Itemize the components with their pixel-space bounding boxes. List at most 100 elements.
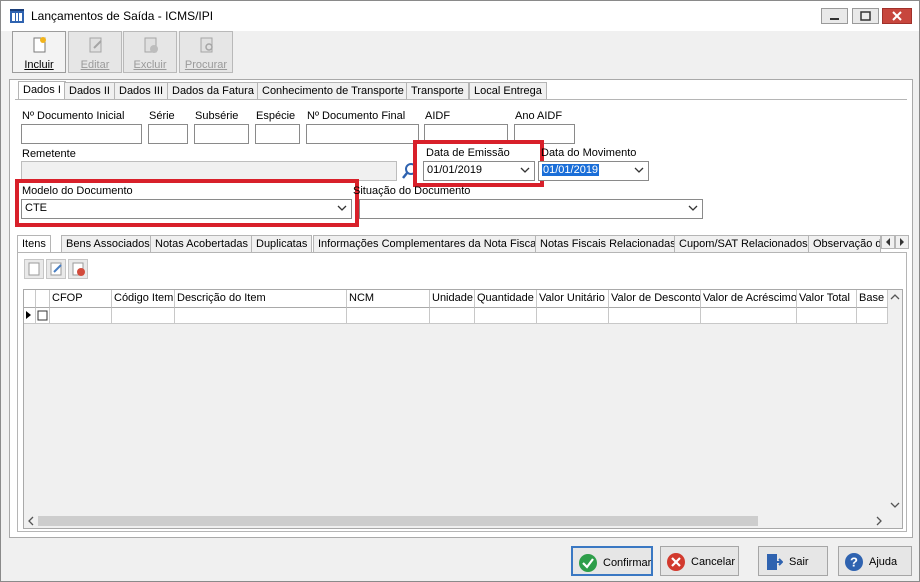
chevron-left-icon xyxy=(886,238,890,246)
procurar-button[interactable]: Procurar xyxy=(179,31,233,73)
grid-header-valor-total[interactable]: Valor Total xyxy=(797,290,857,308)
tab-info-complementares[interactable]: Informações Complementares da Nota Fisca… xyxy=(313,235,544,252)
chevron-down-icon xyxy=(688,205,698,211)
edit-document-icon xyxy=(89,37,102,53)
tab-duplicatas[interactable]: Duplicatas xyxy=(251,235,313,252)
grid-cell[interactable] xyxy=(797,308,857,324)
chevron-down-icon xyxy=(634,167,644,173)
grid-cell[interactable] xyxy=(857,308,888,324)
delete-item-button[interactable] xyxy=(68,259,88,279)
highlight-box-data-emissao xyxy=(413,140,544,187)
chevron-left-icon xyxy=(28,516,34,526)
confirmar-button[interactable]: Confirmar xyxy=(571,546,653,576)
row-pointer-icon xyxy=(26,311,31,319)
titlebar: Lançamentos de Saída - ICMS/IPI xyxy=(1,1,919,31)
help-circle-icon: ? xyxy=(845,553,863,571)
remetente-input[interactable] xyxy=(21,161,397,181)
grid-cell[interactable] xyxy=(112,308,175,324)
new-item-icon xyxy=(28,262,40,276)
grid-cell[interactable] xyxy=(609,308,701,324)
tab-divider xyxy=(15,99,907,100)
tab-dados-i[interactable]: Dados I xyxy=(18,81,66,100)
grid-header-descricao[interactable]: Descrição do Item xyxy=(175,290,347,308)
tab-notas-relacionadas[interactable]: Notas Fiscais Relacionadas xyxy=(535,235,681,252)
delete-document-icon xyxy=(144,37,158,53)
grid-cell[interactable] xyxy=(537,308,609,324)
tabs-scroll-left[interactable] xyxy=(881,235,895,249)
tab-notas-acobertadas[interactable]: Notas Acobertadas xyxy=(150,235,253,252)
tab-transporte[interactable]: Transporte xyxy=(406,82,469,99)
especie-label: Espécie xyxy=(256,110,296,122)
maximize-button[interactable] xyxy=(852,8,879,24)
especie-input[interactable] xyxy=(255,124,300,144)
grid-header-base[interactable]: Base c xyxy=(857,290,888,308)
grid-row-checkbox[interactable] xyxy=(36,308,50,324)
editar-button[interactable]: Editar xyxy=(68,31,122,73)
edit-item-button[interactable] xyxy=(46,259,66,279)
new-document-icon xyxy=(33,37,46,53)
checkbox-icon xyxy=(37,310,48,321)
grid-header-valor-unitario[interactable]: Valor Unitário xyxy=(537,290,609,308)
grid-header-valor-acrescimo[interactable]: Valor de Acréscimo xyxy=(701,290,797,308)
grid-cell[interactable] xyxy=(347,308,430,324)
grid-header-ncm[interactable]: NCM xyxy=(347,290,430,308)
grid-row-indicator-header xyxy=(24,290,36,308)
serie-input[interactable] xyxy=(148,124,188,144)
grid-header-quantidade[interactable]: Quantidade xyxy=(475,290,537,308)
grid-cell[interactable] xyxy=(475,308,537,324)
grid-cell[interactable] xyxy=(50,308,112,324)
minimize-button[interactable] xyxy=(821,8,848,24)
window-title: Lançamentos de Saída - ICMS/IPI xyxy=(31,9,214,23)
tab-conhecimento-transporte[interactable]: Conhecimento de Transporte xyxy=(257,82,409,99)
n-doc-inicial-input[interactable] xyxy=(21,124,142,144)
situacao-documento-label: Situação do Documento xyxy=(353,185,471,197)
cancelar-button[interactable]: Cancelar xyxy=(660,546,739,576)
tab-local-entrega[interactable]: Local Entrega xyxy=(469,82,547,99)
grid-cell[interactable] xyxy=(175,308,347,324)
situacao-documento-select[interactable] xyxy=(359,199,703,219)
minimize-icon xyxy=(830,18,839,20)
n-doc-final-input[interactable] xyxy=(306,124,419,144)
aidf-label: AIDF xyxy=(425,110,451,122)
tab-observacao[interactable]: Observação d xyxy=(808,235,881,252)
grid-horizontal-scrollbar[interactable] xyxy=(24,514,888,528)
chevron-up-icon xyxy=(890,294,900,300)
tab-dados-ii[interactable]: Dados II xyxy=(64,82,115,99)
subserie-label: Subsérie xyxy=(195,110,239,122)
add-item-button[interactable] xyxy=(24,259,44,279)
tab-cupom-sat[interactable]: Cupom/SAT Relacionados xyxy=(674,235,813,252)
chevron-down-icon xyxy=(890,502,900,508)
sair-button[interactable]: Sair xyxy=(758,546,828,576)
n-doc-inicial-label: Nº Documento Inicial xyxy=(22,110,125,122)
serie-label: Série xyxy=(149,110,175,122)
chevron-right-icon xyxy=(876,516,882,526)
cancel-circle-icon xyxy=(667,553,685,571)
incluir-button[interactable]: Incluir xyxy=(12,31,66,73)
grid-header-cfop[interactable]: CFOP xyxy=(50,290,112,308)
data-movimento-picker[interactable]: 01/01/2019 xyxy=(538,161,649,181)
grid-header-valor-desconto[interactable]: Valor de Desconto xyxy=(609,290,701,308)
tabs-scroll-right[interactable] xyxy=(895,235,909,249)
tab-itens[interactable]: Itens xyxy=(17,235,51,252)
highlight-box-modelo xyxy=(15,179,359,227)
scrollbar-thumb[interactable] xyxy=(38,516,758,526)
remetente-label: Remetente xyxy=(22,148,76,160)
ajuda-button[interactable]: ? Ajuda xyxy=(838,546,912,576)
grid-cell[interactable] xyxy=(701,308,797,324)
grid-cell[interactable] xyxy=(430,308,475,324)
exit-door-icon xyxy=(767,554,783,570)
search-document-icon xyxy=(200,37,213,53)
excluir-button[interactable]: Excluir xyxy=(123,31,177,73)
tab-dados-iii[interactable]: Dados III xyxy=(114,82,169,99)
close-button[interactable] xyxy=(882,8,912,24)
grid-vertical-scrollbar[interactable] xyxy=(888,290,902,512)
subserie-input[interactable] xyxy=(194,124,249,144)
grid-header-unidade[interactable]: Unidade xyxy=(430,290,475,308)
tab-dados-fatura[interactable]: Dados da Fatura xyxy=(167,82,259,99)
tab-bens-associados[interactable]: Bens Associados xyxy=(61,235,155,252)
ano-aidf-label: Ano AIDF xyxy=(515,110,563,122)
data-movimento-label: Data do Movimento xyxy=(541,147,637,159)
chevron-right-icon xyxy=(900,238,904,246)
grid-header-codigo-item[interactable]: Código Item xyxy=(112,290,175,308)
footer: Confirmar Cancelar Sair ? Ajuda xyxy=(9,544,915,578)
